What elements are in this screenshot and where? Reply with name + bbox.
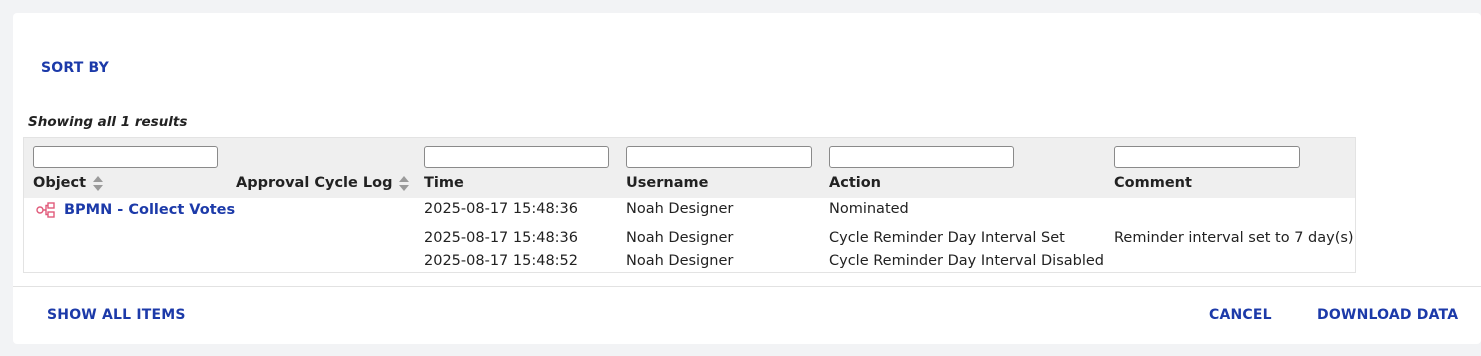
- time-cell: 2025-08-17 15:48:36: [424, 230, 578, 246]
- show-all-items-button[interactable]: SHOW ALL ITEMS: [47, 307, 186, 323]
- action-cell: Cycle Reminder Day Interval Set: [829, 230, 1065, 246]
- time-filter-input[interactable]: [424, 146, 609, 168]
- column-header-comment: Comment: [1114, 175, 1192, 191]
- footer-divider: [13, 286, 1481, 287]
- time-cell: 2025-08-17 15:48:52: [424, 253, 578, 269]
- column-header-action: Action: [829, 175, 882, 191]
- username-cell: Noah Designer: [626, 253, 734, 269]
- column-header-username: Username: [626, 175, 709, 191]
- download-data-button[interactable]: DOWNLOAD DATA: [1317, 307, 1458, 323]
- column-header-time: Time: [424, 175, 464, 191]
- object-filter-input[interactable]: [33, 146, 218, 168]
- username-cell: Noah Designer: [626, 230, 734, 246]
- time-cell: 2025-08-17 15:48:36: [424, 201, 578, 217]
- action-filter-input[interactable]: [829, 146, 1014, 168]
- username-filter-input[interactable]: [626, 146, 812, 168]
- sort-icon[interactable]: [93, 175, 104, 191]
- column-header-object[interactable]: Object: [33, 175, 104, 191]
- action-cell: Nominated: [829, 201, 909, 217]
- column-header-approval-cycle-log-label: Approval Cycle Log: [236, 175, 393, 191]
- comment-cell: Reminder interval set to 7 day(s): [1114, 230, 1354, 246]
- object-link[interactable]: BPMN - Collect Votes: [64, 202, 235, 218]
- grid-header: Object Approval Cycle Log Time Username …: [24, 138, 1355, 198]
- dialog-card: SORT BY Showing all 1 results Object App…: [13, 13, 1481, 344]
- column-header-approval-cycle-log[interactable]: Approval Cycle Log: [236, 175, 410, 191]
- sort-icon[interactable]: [399, 175, 410, 191]
- column-header-object-label: Object: [33, 175, 87, 191]
- results-count: Showing all 1 results: [28, 114, 188, 130]
- comment-filter-input[interactable]: [1114, 146, 1300, 168]
- results-grid: Object Approval Cycle Log Time Username …: [23, 137, 1356, 273]
- action-cell: Cycle Reminder Day Interval Disabled: [829, 253, 1104, 269]
- sort-by-button[interactable]: SORT BY: [41, 60, 109, 76]
- process-icon: [36, 202, 55, 218]
- cancel-button[interactable]: CANCEL: [1209, 307, 1272, 323]
- username-cell: Noah Designer: [626, 201, 734, 217]
